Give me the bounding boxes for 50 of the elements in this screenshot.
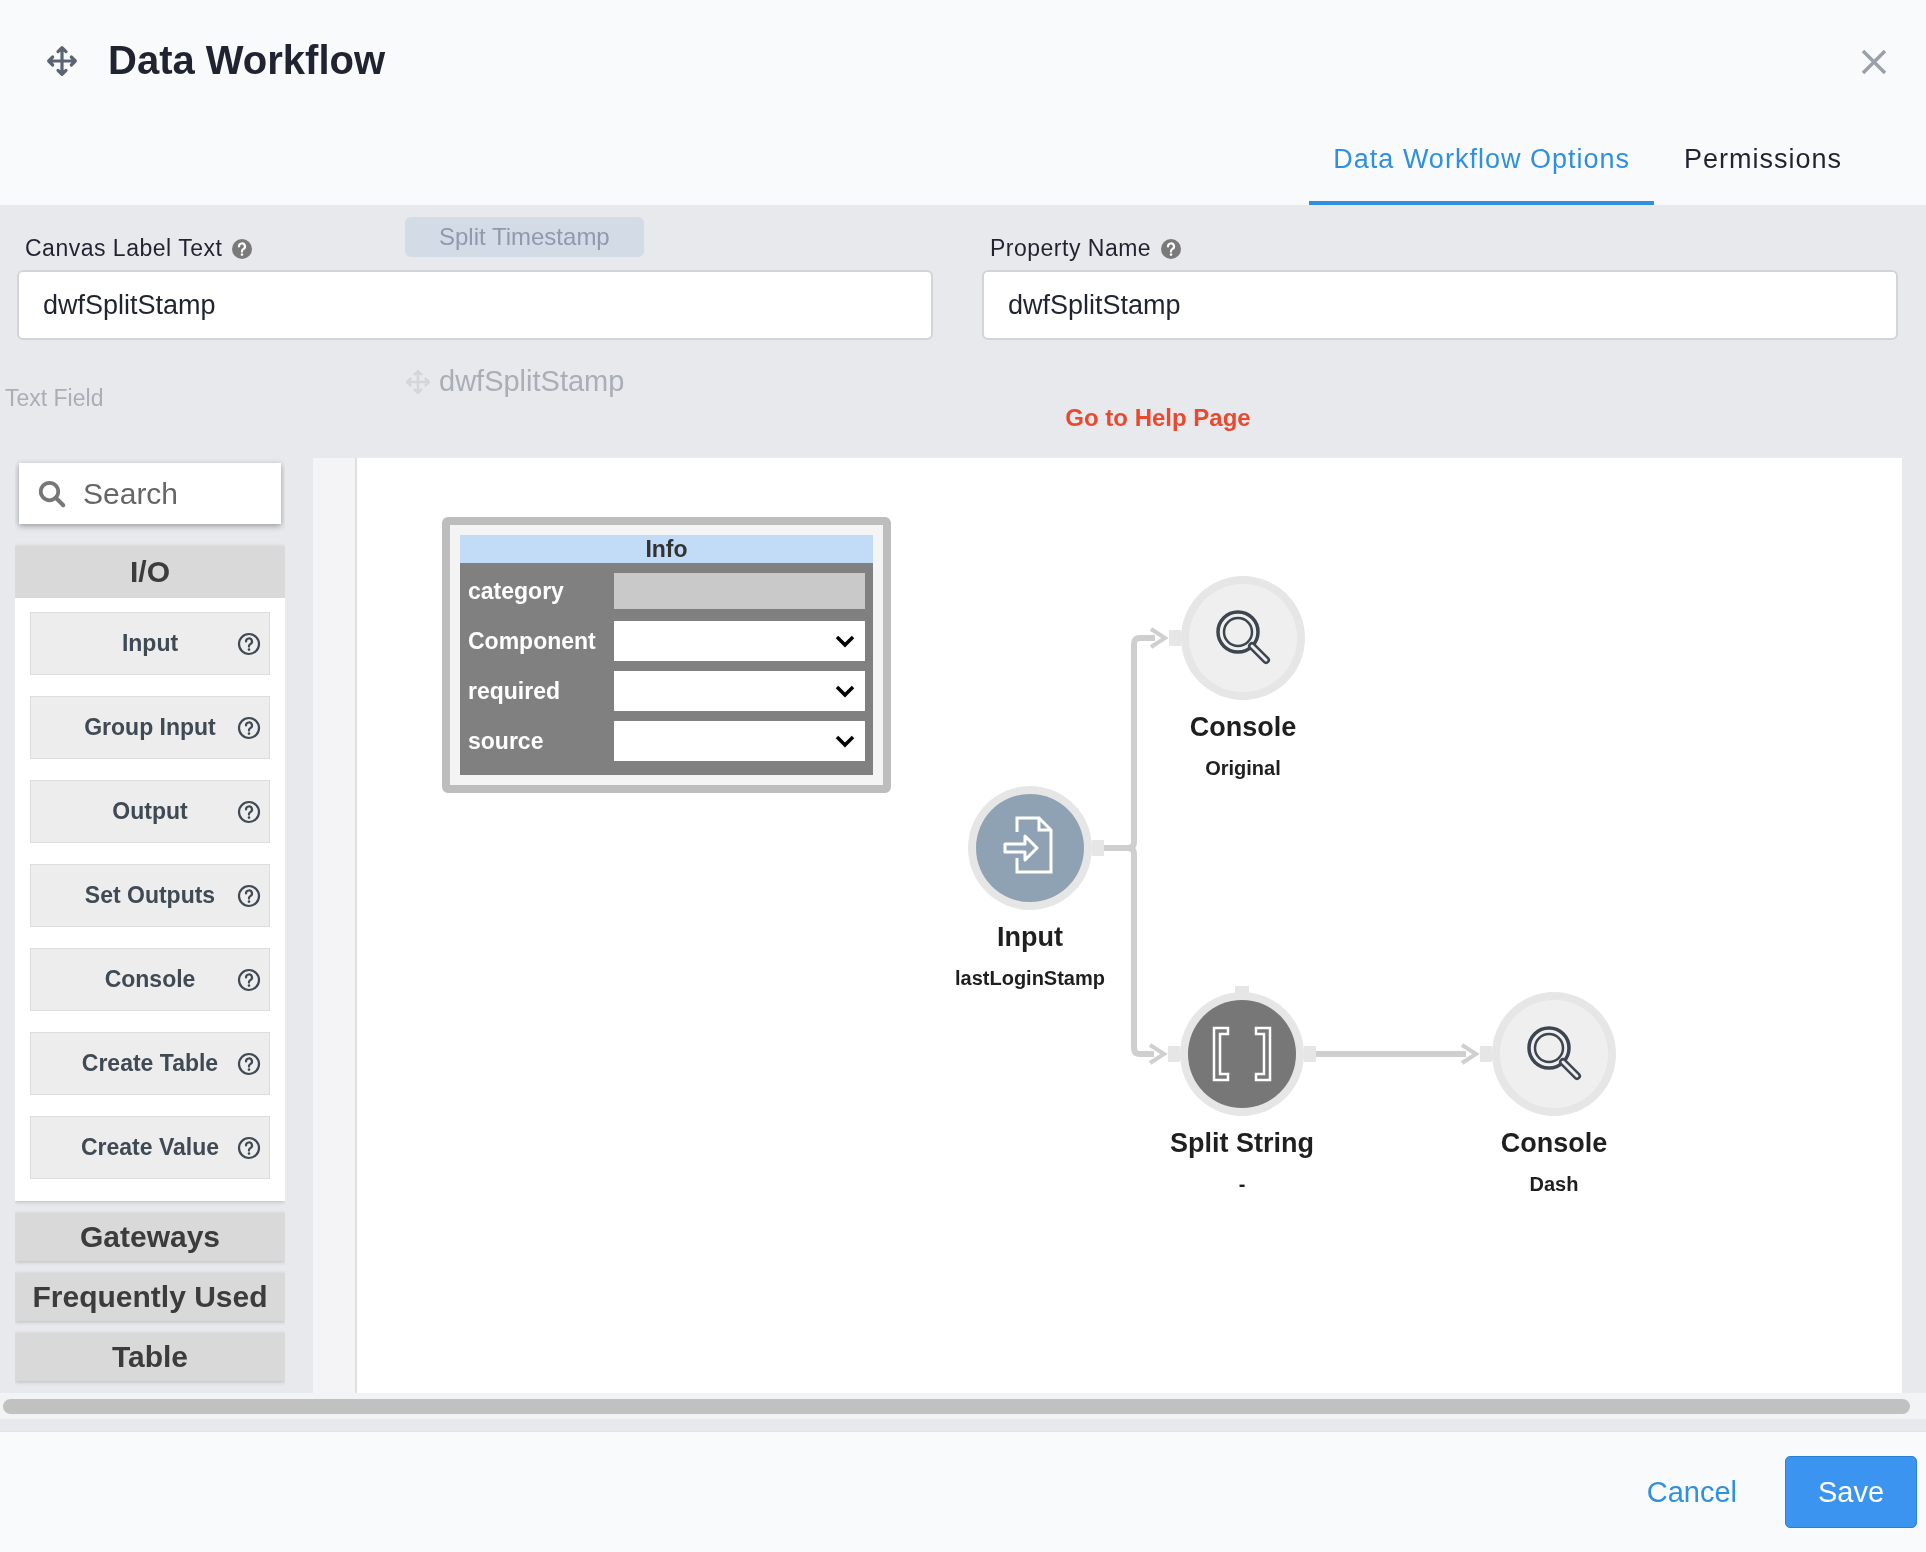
faded-chip: Split Timestamp bbox=[405, 217, 644, 257]
palette-item[interactable]: Output bbox=[30, 780, 270, 843]
help-icon[interactable] bbox=[1159, 236, 1184, 261]
help-icon[interactable] bbox=[237, 632, 261, 656]
tab[interactable]: Permissions bbox=[1659, 144, 1866, 205]
input-field[interactable]: dwfSplitStamp bbox=[982, 270, 1898, 340]
chevron-down-icon bbox=[835, 734, 855, 748]
section-header[interactable]: Frequently Used bbox=[15, 1273, 285, 1321]
palette-item[interactable]: Console bbox=[30, 948, 270, 1011]
node-subtitle: lastLoginStamp bbox=[955, 967, 1105, 990]
scrollbar[interactable] bbox=[3, 1398, 1910, 1414]
faded-label: Text Field bbox=[5, 385, 104, 412]
faded-heading: dwfSplitStamp bbox=[439, 365, 625, 398]
help-icon[interactable] bbox=[237, 968, 261, 992]
node-title: Console bbox=[1189, 712, 1297, 743]
palette-item[interactable]: Group Input bbox=[30, 696, 270, 759]
node-title: Input bbox=[997, 922, 1063, 953]
section-header[interactable]: Gateways bbox=[15, 1213, 285, 1261]
chevron-down-icon bbox=[835, 634, 855, 648]
help-icon[interactable] bbox=[237, 800, 261, 824]
node-title: Split String bbox=[1170, 1128, 1314, 1159]
help-icon[interactable] bbox=[237, 1136, 261, 1160]
input-field[interactable]: dwfSplitStamp bbox=[17, 270, 933, 340]
node-subtitle: Dash bbox=[1529, 1173, 1579, 1196]
help-icon[interactable] bbox=[237, 716, 261, 740]
move-icon bbox=[46, 44, 78, 77]
field-label: Property Name bbox=[990, 235, 1152, 262]
help-icon[interactable] bbox=[237, 1052, 261, 1076]
chevron-down-icon bbox=[835, 684, 855, 698]
property-label: required bbox=[468, 677, 562, 705]
search-input[interactable]: Search bbox=[81, 475, 265, 512]
help-icon[interactable] bbox=[237, 884, 261, 908]
property-label: source bbox=[468, 727, 545, 755]
field-label: Canvas Label Text bbox=[25, 235, 223, 262]
help-icon[interactable] bbox=[230, 236, 255, 261]
palette-item[interactable]: Create Table bbox=[30, 1032, 270, 1095]
node-subtitle: - bbox=[1238, 1173, 1246, 1196]
property-label: category bbox=[468, 577, 565, 605]
node-title: Console bbox=[1500, 1128, 1608, 1159]
palette-item[interactable]: Create Value bbox=[30, 1116, 270, 1179]
section-header[interactable]: Table bbox=[15, 1333, 285, 1381]
panel-title: Info bbox=[460, 535, 873, 563]
search-field[interactable]: Search bbox=[19, 463, 281, 524]
node-subtitle: Original bbox=[1205, 757, 1281, 780]
section-header[interactable]: I/O bbox=[15, 546, 285, 598]
window-title: Data Workflow bbox=[108, 38, 386, 83]
palette-item[interactable]: Input bbox=[30, 612, 270, 675]
palette-item[interactable]: Set Outputs bbox=[30, 864, 270, 927]
search-icon bbox=[37, 478, 67, 509]
property-label: Component bbox=[468, 627, 597, 655]
